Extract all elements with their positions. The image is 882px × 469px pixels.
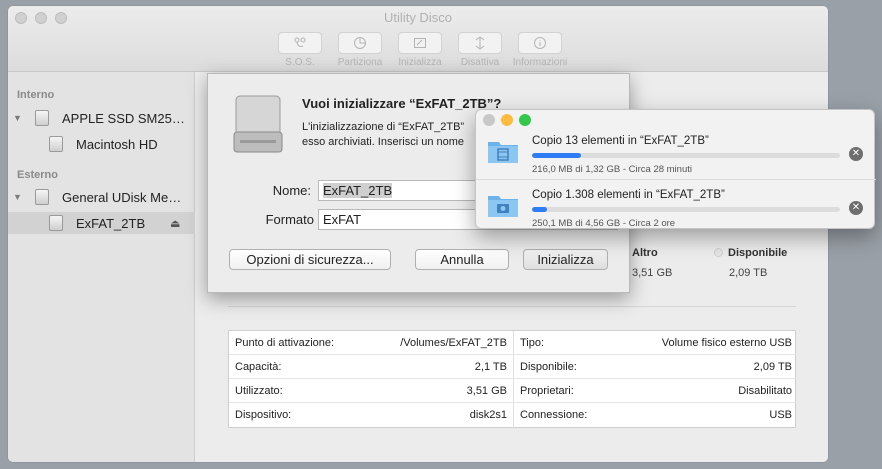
divider — [228, 306, 796, 307]
cancel-copy-icon[interactable]: ✕ — [849, 201, 863, 215]
info-row: Dispositivo: disk2s1 — [235, 409, 507, 421]
copy-progress-fill — [532, 153, 582, 158]
eject-icon[interactable]: ⏏ — [170, 217, 180, 230]
disclosure-triangle-icon[interactable]: ▼ — [13, 192, 22, 202]
info-row: Tipo: Volume fisico esterno USB — [514, 331, 798, 355]
sidebar-item-label: APPLE SSD SM25… — [62, 110, 185, 126]
usage-value-available: 2,09 TB — [729, 267, 768, 279]
copy-item: Copio 1.308 elementi in “ExFAT_2TB” 250,… — [476, 179, 876, 235]
external-drive-icon — [233, 95, 283, 153]
usage-label-available: Disponibile — [714, 247, 787, 259]
erase-button[interactable]: Inizializza — [523, 249, 608, 270]
info-row: Proprietari: Disabilitato — [514, 379, 798, 403]
window-title: Utility Disco — [384, 10, 452, 25]
sidebar-item-exfat-2tb[interactable]: ExFAT_2TB ⏏ — [8, 212, 195, 234]
toolbar-partition-button[interactable]: Partiziona — [330, 32, 390, 68]
title-bar: Utility Disco S.O.S. Partiziona Iniziali… — [8, 6, 828, 72]
unmount-icon — [475, 36, 485, 50]
info-row: Punto di attivazione:/Volumes/ExFAT_2TB — [229, 331, 513, 355]
window-controls — [483, 114, 531, 126]
security-options-button[interactable]: Opzioni di sicurezza... — [229, 249, 391, 270]
toolbar-info-button[interactable]: Informazioni — [510, 32, 570, 68]
photos-folder-icon — [488, 196, 518, 217]
toolbar-label: Partiziona — [337, 57, 383, 68]
toolbar-label: Disattiva — [460, 57, 500, 68]
zoom-window-button[interactable] — [519, 114, 531, 126]
sidebar: Interno ▼ APPLE SSD SM25… Macintosh HD E… — [8, 72, 195, 462]
copy-progress-bar — [532, 207, 840, 212]
dialog-title: Vuoi inizializzare “ExFAT_2TB”? — [302, 96, 502, 111]
copy-item-title: Copio 1.308 elementi in “ExFAT_2TB” — [532, 189, 725, 201]
copy-progress-window: Copio 13 elementi in “ExFAT_2TB” 216,0 M… — [475, 109, 876, 229]
toolbar-label: S.O.S. — [285, 57, 315, 68]
sidebar-section-internal: Interno — [17, 89, 55, 101]
cancel-button[interactable]: Annulla — [415, 249, 509, 270]
info-row: Connessione: USB — [520, 409, 792, 421]
toolbar-label: Informazioni — [512, 57, 568, 68]
copy-item-title: Copio 13 elementi in “ExFAT_2TB” — [532, 135, 709, 147]
internal-disk-icon — [35, 110, 49, 126]
info-row: Capacità: 2,1 TB — [229, 355, 513, 379]
name-label: Nome: — [272, 183, 311, 198]
sidebar-item-label: General UDisk Me… — [62, 189, 182, 205]
toolbar: S.O.S. Partiziona Inizializza Disattiva … — [270, 32, 570, 68]
stethoscope-icon — [294, 37, 306, 47]
volume-icon — [49, 136, 63, 152]
sidebar-item-label: ExFAT_2TB — [76, 215, 146, 231]
sidebar-item-apple-ssd[interactable]: ▼ APPLE SSD SM25… — [8, 107, 195, 129]
info-column-right: Tipo: Volume fisico esterno USB Disponibi… — [513, 331, 798, 429]
external-disk-icon — [35, 189, 49, 205]
cancel-copy-icon[interactable]: ✕ — [849, 147, 863, 161]
toolbar-unmount-button[interactable]: Disattiva — [450, 32, 510, 68]
sidebar-item-macintosh-hd[interactable]: Macintosh HD — [8, 133, 195, 155]
copy-progress-bar — [532, 153, 840, 158]
format-label: Formato — [265, 212, 314, 227]
volume-icon — [49, 215, 63, 231]
sidebar-section-external: Esterno — [17, 169, 58, 181]
sidebar-item-label: Macintosh HD — [76, 136, 158, 152]
copy-item-detail: 250,1 MB di 4,56 GB - Circa 2 ore — [532, 218, 676, 229]
sidebar-item-general-udisk[interactable]: ▼ General UDisk Me… — [8, 186, 195, 208]
toolbar-erase-button[interactable]: Inizializza — [390, 32, 450, 68]
copy-item: Copio 13 elementi in “ExFAT_2TB” 216,0 M… — [476, 126, 876, 182]
movies-folder-icon — [488, 142, 518, 163]
available-dot-icon — [714, 248, 723, 257]
disclosure-triangle-icon[interactable]: ▼ — [13, 113, 22, 123]
erase-icon — [414, 38, 426, 48]
usage-label-other: Altro — [632, 247, 658, 259]
close-window-button[interactable] — [483, 114, 495, 126]
info-row: Utilizzato: 3,51 GB — [229, 379, 513, 403]
info-table: Punto di attivazione:/Volumes/ExFAT_2TB … — [228, 330, 798, 429]
usage-value-other: 3,51 GB — [632, 267, 673, 279]
minimize-window-button[interactable] — [501, 114, 513, 126]
info-row: Disponibile: 2,09 TB — [514, 355, 798, 379]
toolbar-label: Inizializza — [398, 57, 442, 68]
copy-item-detail: 216,0 MB di 1,32 GB - Circa 28 minuti — [532, 164, 692, 175]
partition-icon — [354, 37, 366, 49]
info-icon — [534, 37, 546, 49]
toolbar-sos-button[interactable]: S.O.S. — [270, 32, 330, 68]
info-column-left: Punto di attivazione:/Volumes/ExFAT_2TB … — [229, 331, 513, 429]
copy-progress-fill — [532, 207, 548, 212]
